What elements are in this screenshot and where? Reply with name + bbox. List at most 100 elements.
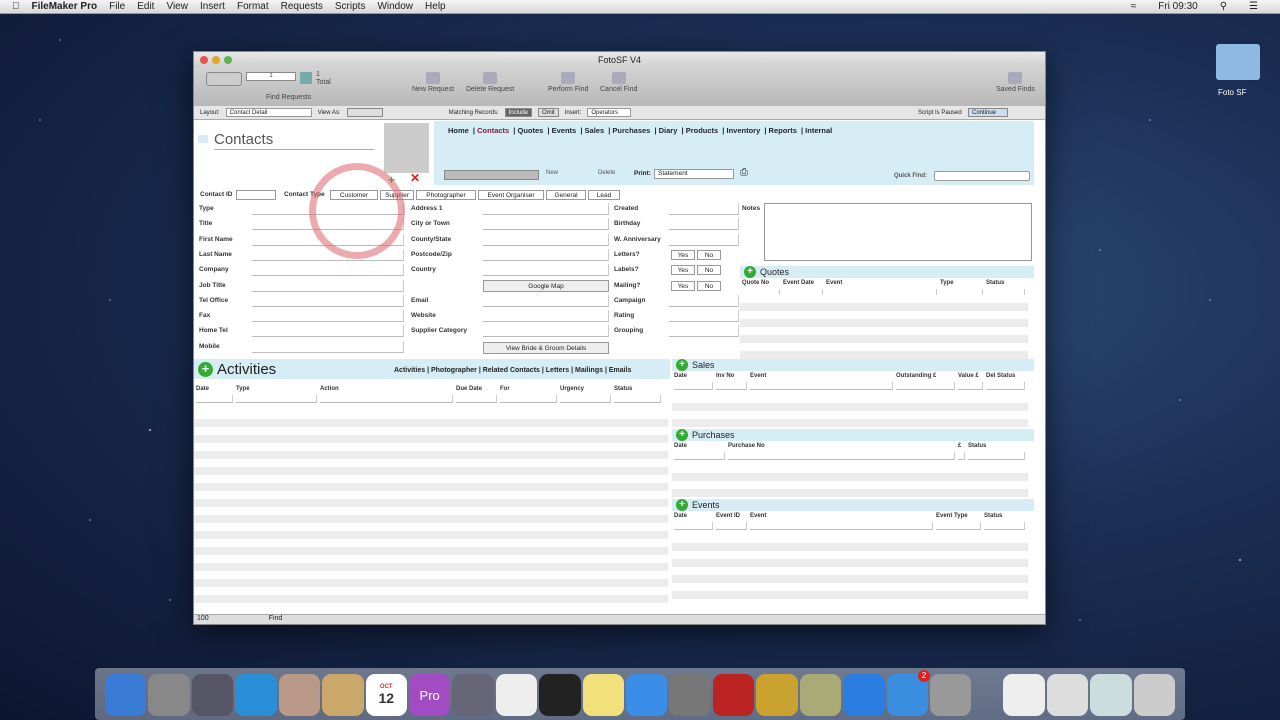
- facetime-icon[interactable]: [539, 674, 581, 716]
- field-input-country[interactable]: [483, 264, 609, 277]
- field-input-mobile[interactable]: [252, 340, 404, 353]
- photo-booth-icon[interactable]: [669, 674, 711, 716]
- menu-edit[interactable]: Edit: [137, 1, 154, 12]
- field-input-website[interactable]: [483, 310, 609, 323]
- search-field-sales-0[interactable]: [674, 382, 713, 390]
- link-related-contacts[interactable]: Related Contacts: [483, 367, 540, 374]
- type-lead[interactable]: Lead: [588, 190, 620, 200]
- trash-icon[interactable]: [1133, 674, 1176, 716]
- nav-inventory[interactable]: Inventory: [726, 126, 760, 135]
- field-input-birthday[interactable]: [669, 218, 739, 231]
- launchpad-icon[interactable]: [148, 674, 190, 716]
- insert-select[interactable]: Operators: [587, 108, 632, 117]
- list-icon[interactable]: ☰: [1249, 1, 1258, 12]
- quotes-list[interactable]: [740, 295, 1028, 359]
- quick-find-input[interactable]: [934, 171, 1030, 181]
- search-field-sales-5[interactable]: [986, 382, 1025, 390]
- google-map-button[interactable]: Google Map: [483, 280, 609, 292]
- layout-select[interactable]: Contact Detail: [225, 108, 312, 117]
- search-field-sales-4[interactable]: [958, 382, 983, 390]
- mail-icon[interactable]: [278, 674, 321, 716]
- delete-button[interactable]: Delete: [598, 170, 615, 176]
- search-field-activities-0[interactable]: [196, 395, 233, 403]
- search-field-activities-2[interactable]: [320, 395, 453, 403]
- field-input-supplier-category[interactable]: [483, 325, 609, 338]
- field-input-tel-office[interactable]: [252, 294, 404, 307]
- menu-scripts[interactable]: Scripts: [335, 1, 366, 12]
- imovie-icon[interactable]: [756, 674, 798, 716]
- menu-requests[interactable]: Requests: [281, 1, 323, 12]
- contacts-icon[interactable]: [322, 674, 364, 716]
- menu-file[interactable]: File: [109, 1, 125, 12]
- wifi-icon[interactable]: ≈: [1131, 1, 1137, 12]
- search-field-sales-1[interactable]: [716, 382, 747, 390]
- search-field-activities-1[interactable]: [236, 395, 317, 403]
- photo-container[interactable]: [384, 123, 429, 173]
- add-quote-icon[interactable]: +: [744, 266, 756, 278]
- search-field-events-3[interactable]: [936, 522, 981, 530]
- search-field-purchases-3[interactable]: [968, 452, 1025, 460]
- field-input-created[interactable]: [669, 203, 739, 215]
- zoom-icon[interactable]: [224, 56, 232, 64]
- nav-reports[interactable]: Reports: [769, 126, 797, 135]
- nav-internal[interactable]: Internal: [805, 126, 832, 135]
- yes-checkbox-5[interactable]: Yes: [671, 280, 695, 291]
- search-field-purchases-2[interactable]: [958, 452, 965, 460]
- menu-help[interactable]: Help: [425, 1, 446, 12]
- nav-events[interactable]: Events: [552, 126, 577, 135]
- nav-home[interactable]: Home: [448, 126, 469, 135]
- menu-format[interactable]: Format: [237, 1, 269, 12]
- add-event-icon[interactable]: +: [676, 499, 688, 511]
- type-general[interactable]: General: [546, 190, 586, 200]
- record-nav-buttons[interactable]: [444, 170, 539, 180]
- itunes-icon[interactable]: [843, 674, 885, 716]
- notes-field[interactable]: [764, 203, 1032, 261]
- menu-app[interactable]: FileMaker Pro: [32, 1, 98, 12]
- no-checkbox-3[interactable]: No: [697, 249, 721, 260]
- app-store-icon[interactable]: 2: [886, 670, 931, 716]
- search-field-events-2[interactable]: [750, 522, 933, 530]
- field-input-city-or-town[interactable]: [483, 218, 609, 231]
- field-input-home-tel[interactable]: [252, 325, 404, 338]
- yes-checkbox-4[interactable]: Yes: [671, 265, 695, 276]
- dashboard-icon[interactable]: [191, 674, 234, 716]
- activities-list[interactable]: [194, 411, 668, 607]
- field-input-w-anniversary[interactable]: [669, 233, 739, 246]
- nav-quotes[interactable]: Quotes: [518, 126, 544, 135]
- search-field-events-4[interactable]: [984, 522, 1025, 530]
- search-field-sales-2[interactable]: [750, 382, 893, 390]
- delete-request-button[interactable]: Delete Request: [466, 72, 514, 93]
- search-field-events-1[interactable]: [716, 522, 747, 530]
- folder-icon[interactable]: [1216, 44, 1260, 80]
- purchases-list[interactable]: [672, 465, 1028, 497]
- safari-icon[interactable]: [235, 674, 277, 716]
- field-input-county-state[interactable]: [483, 233, 609, 246]
- field-input-address-[interactable]: [483, 203, 609, 215]
- spotlight-icon[interactable]: ⚲: [1220, 1, 1227, 12]
- omit-button[interactable]: Omit: [537, 108, 559, 117]
- record-number-field[interactable]: 1: [246, 72, 296, 81]
- menu-insert[interactable]: Insert: [200, 1, 225, 12]
- screenshot-stack-icon[interactable]: [1090, 674, 1132, 716]
- search-field-events-0[interactable]: [674, 522, 713, 530]
- search-field-sales-3[interactable]: [896, 382, 955, 390]
- link-activities[interactable]: Activities: [394, 367, 425, 374]
- messages-icon[interactable]: [626, 674, 668, 716]
- minimize-icon[interactable]: [212, 56, 220, 64]
- search-field-activities-3[interactable]: [456, 395, 497, 403]
- printer-icon[interactable]: ⎙: [740, 167, 748, 178]
- system-preferences-icon[interactable]: [930, 674, 972, 716]
- new-request-button[interactable]: New Request: [412, 72, 454, 93]
- add-sale-icon[interactable]: +: [676, 359, 688, 371]
- continue-button[interactable]: Continue: [968, 108, 1008, 117]
- notes-icon[interactable]: [582, 674, 625, 716]
- search-field-activities-4[interactable]: [500, 395, 557, 403]
- no-checkbox-4[interactable]: No: [697, 265, 721, 276]
- nav-purchases[interactable]: Purchases: [612, 126, 650, 135]
- search-field-activities-5[interactable]: [560, 395, 611, 403]
- clock[interactable]: Fri 09:30: [1158, 1, 1197, 12]
- events-list[interactable]: [672, 535, 1028, 607]
- print-select[interactable]: Statement: [654, 169, 734, 179]
- include-button[interactable]: Include: [504, 108, 532, 117]
- cancel-find-button[interactable]: Cancel Find: [600, 72, 637, 93]
